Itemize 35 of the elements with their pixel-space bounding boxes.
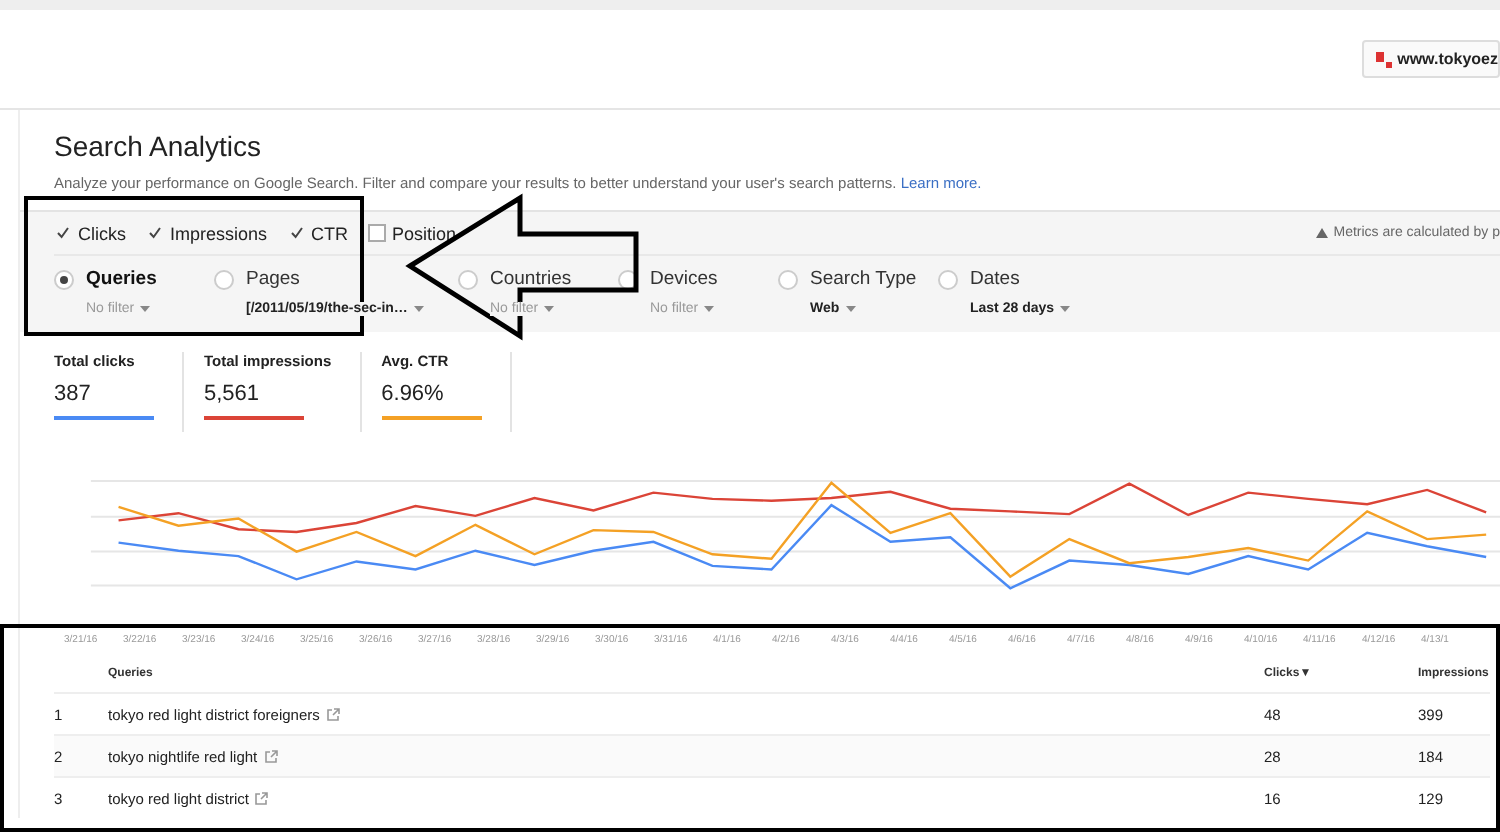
metric-checkbox[interactable] xyxy=(368,224,387,242)
metric-checkbox[interactable] xyxy=(54,224,72,242)
caret-icon xyxy=(544,306,555,312)
dimension-label[interactable]: Countries xyxy=(490,268,572,290)
external-link-icon[interactable] xyxy=(254,791,269,805)
warning-icon xyxy=(1315,228,1328,238)
metric-label[interactable]: CTR xyxy=(311,223,349,243)
dimension-radio[interactable] xyxy=(458,270,478,290)
dimension-label[interactable]: Search Type xyxy=(810,268,917,290)
external-link-icon[interactable] xyxy=(325,707,340,721)
dimension-label[interactable]: Devices xyxy=(650,268,718,290)
dimension-radio[interactable] xyxy=(214,270,234,290)
metric-label[interactable]: Impressions xyxy=(170,223,268,243)
caret-icon xyxy=(704,306,715,312)
dimension-label[interactable]: Pages xyxy=(246,268,424,290)
metric-label[interactable]: Clicks xyxy=(78,223,126,243)
dimension-label[interactable]: Dates xyxy=(970,268,1071,290)
metric-checkbox[interactable] xyxy=(146,224,164,242)
caret-icon xyxy=(845,306,856,312)
metric-label[interactable]: Position xyxy=(392,223,457,243)
metric-checkbox[interactable] xyxy=(287,224,306,242)
caret-icon xyxy=(1060,306,1071,312)
summary-value[interactable]: 6.96% xyxy=(381,382,482,420)
site-icon xyxy=(1375,51,1392,67)
summary-value[interactable]: 5,561 xyxy=(204,382,304,420)
dimension-radio[interactable] xyxy=(778,270,798,290)
dimension-radio[interactable] xyxy=(938,270,958,290)
page-title: Search Analytics xyxy=(54,128,263,162)
external-link-icon[interactable] xyxy=(263,749,278,763)
site-button[interactable]: www.tokyoez xyxy=(1361,40,1500,78)
dimension-radio[interactable] xyxy=(54,270,74,290)
caret-icon xyxy=(140,306,151,312)
summary-value[interactable]: 387 xyxy=(54,382,154,420)
dimension-label[interactable]: Queries xyxy=(86,268,157,290)
caret-icon xyxy=(413,306,424,312)
